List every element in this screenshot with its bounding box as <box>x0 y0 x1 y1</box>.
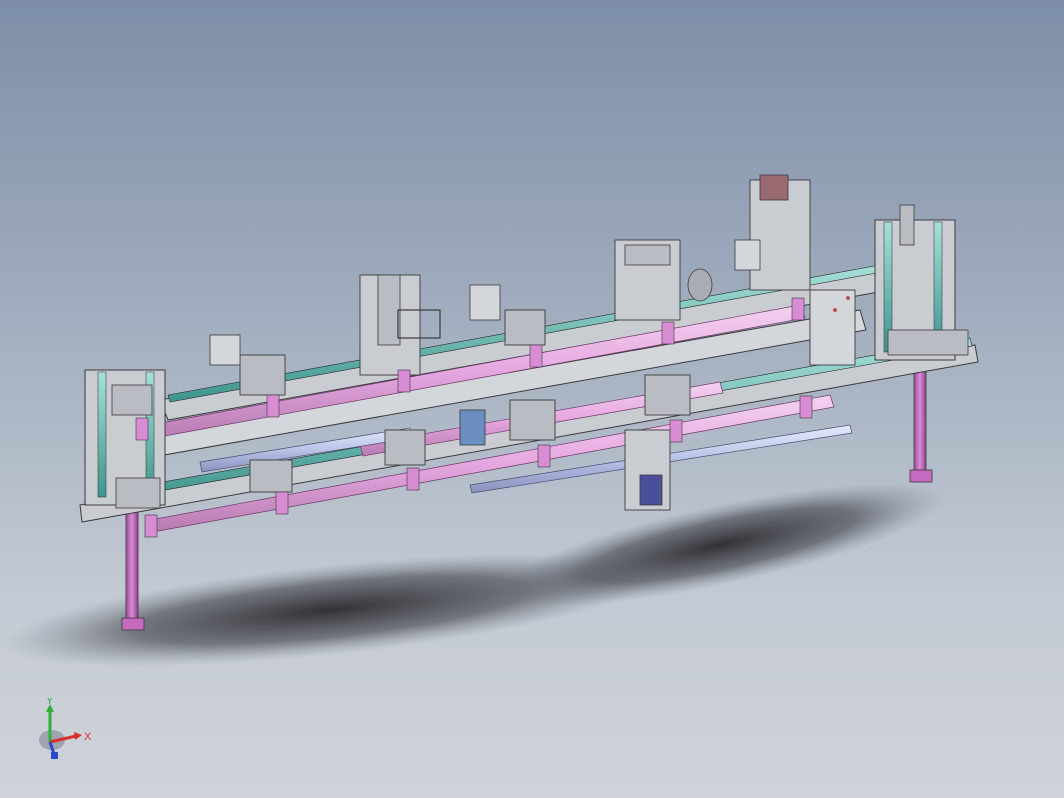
station-block[interactable] <box>809 289 856 366</box>
x-axis-label: X <box>84 731 92 743</box>
y-axis-label: Y <box>46 698 54 707</box>
station-block[interactable] <box>469 284 546 346</box>
x-axis-arrow-head <box>74 732 82 740</box>
station-block[interactable] <box>644 374 691 416</box>
station-block[interactable] <box>734 174 811 291</box>
assembly-model[interactable] <box>0 0 1064 798</box>
coordinate-triad: Y X <box>39 698 92 759</box>
3d-viewport[interactable]: Y X <box>0 0 1064 798</box>
left-end-tower[interactable] <box>84 369 166 509</box>
z-axis-cube <box>51 752 58 759</box>
station-block[interactable] <box>509 399 556 441</box>
right-end-tower[interactable] <box>874 204 969 361</box>
